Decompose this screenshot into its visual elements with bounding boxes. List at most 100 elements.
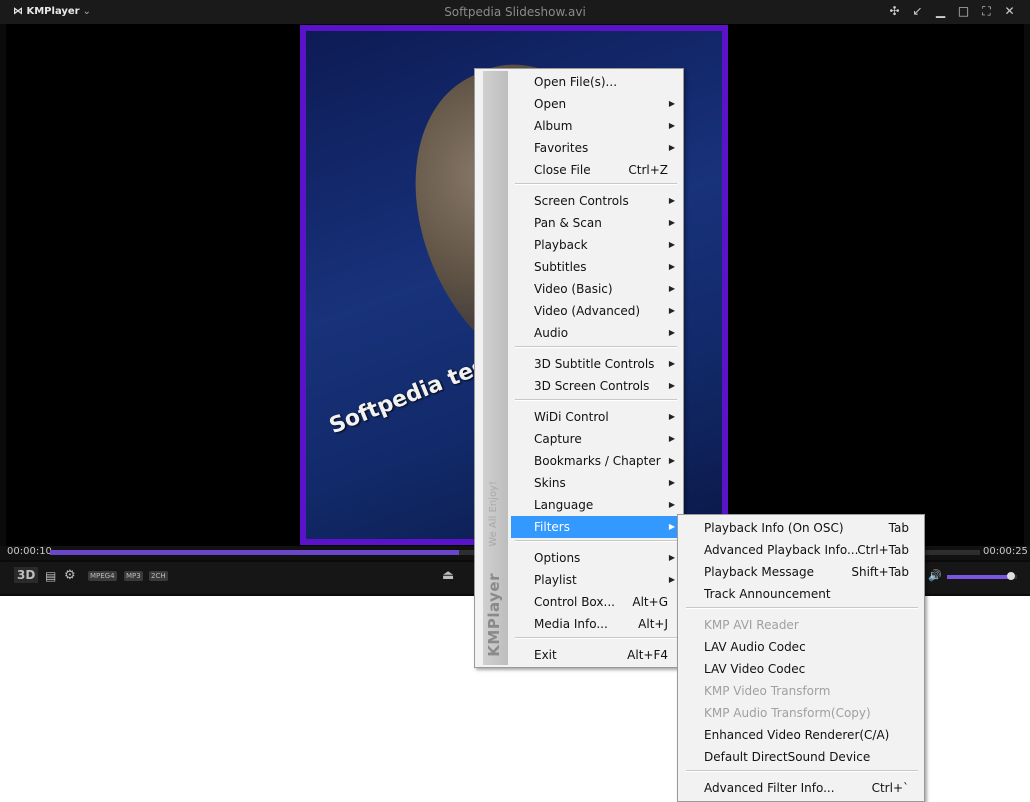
- gear-icon[interactable]: ⚙: [64, 568, 76, 583]
- submenu-arrow-icon: ▶: [668, 328, 675, 337]
- menu-item-album[interactable]: Album ▶: [511, 115, 681, 137]
- submenu-item-shortcut: Shift+Tab: [851, 565, 909, 579]
- menu-separator: [686, 607, 918, 609]
- submenu-item-advanced-filter-info[interactable]: Advanced Filter Info... Ctrl+`: [680, 777, 922, 799]
- elapsed-time: 00:00:10: [7, 546, 52, 557]
- submenu-item-label: Advanced Filter Info...: [704, 781, 835, 795]
- menu-item-video-basic[interactable]: Video (Basic) ▶: [511, 278, 681, 300]
- menu-item-label: Playback: [534, 238, 588, 252]
- context-menu: We All Enjoy! KMPlayer Open File(s)... Op…: [474, 68, 684, 668]
- menu-item-exit[interactable]: Exit Alt+F4: [511, 644, 681, 666]
- submenu-item-playback-message[interactable]: Playback Message Shift+Tab: [680, 561, 922, 583]
- submenu-item-shortcut: Ctrl+`: [871, 781, 909, 795]
- menu-item-3d-subtitle-controls[interactable]: 3D Subtitle Controls ▶: [511, 353, 681, 375]
- menu-item-label: Album: [534, 119, 573, 133]
- menu-item-pan-scan[interactable]: Pan & Scan ▶: [511, 212, 681, 234]
- codec-badge-channels: 2CH: [149, 571, 168, 581]
- pin-icon[interactable]: ✣: [888, 4, 901, 19]
- submenu-item-label: Enhanced Video Renderer(C/A): [704, 728, 890, 742]
- maximize-icon[interactable]: □: [957, 4, 970, 19]
- menu-item-favorites[interactable]: Favorites ▶: [511, 137, 681, 159]
- submenu-arrow-icon: ▶: [668, 121, 675, 130]
- menu-item-label: Playlist: [534, 573, 577, 587]
- submenu-item-label: Default DirectSound Device: [704, 750, 871, 764]
- menu-item-language[interactable]: Language ▶: [511, 494, 681, 516]
- menu-slogan: We All Enjoy!: [488, 481, 499, 547]
- submenu-item-lav-video-codec[interactable]: LAV Video Codec: [680, 658, 922, 680]
- menu-item-filters[interactable]: Filters ▶: [511, 516, 681, 538]
- menu-item-media-info[interactable]: Media Info... Alt+J: [511, 613, 681, 635]
- menu-brand-strip: We All Enjoy! KMPlayer: [483, 71, 508, 665]
- submenu-arrow-icon: ▶: [668, 575, 675, 584]
- fullscreen-icon[interactable]: ⛶: [980, 4, 993, 19]
- menu-item-subtitles[interactable]: Subtitles ▶: [511, 256, 681, 278]
- submenu-arrow-icon: ▶: [668, 240, 675, 249]
- menu-item-close-file[interactable]: Close File Ctrl+Z: [511, 159, 681, 181]
- menu-item-label: Bookmarks / Chapter: [534, 454, 661, 468]
- submenu-item-enhanced-video-renderer-c-a[interactable]: Enhanced Video Renderer(C/A): [680, 724, 922, 746]
- eject-icon[interactable]: ⏏: [442, 568, 454, 583]
- submenu-item-shortcut: Ctrl+Tab: [857, 543, 909, 557]
- menu-item-label: Control Box...: [534, 595, 615, 609]
- menu-item-3d-screen-controls[interactable]: 3D Screen Controls ▶: [511, 375, 681, 397]
- submenu-arrow-icon: ▶: [668, 478, 675, 487]
- playlist-icon[interactable]: ▤: [45, 569, 56, 583]
- submenu-arrow-icon: ▶: [668, 500, 675, 509]
- menu-item-widi-control[interactable]: WiDi Control ▶: [511, 406, 681, 428]
- menu-item-screen-controls[interactable]: Screen Controls ▶: [511, 190, 681, 212]
- menu-item-capture[interactable]: Capture ▶: [511, 428, 681, 450]
- volume-level: [947, 575, 1012, 579]
- volume-knob[interactable]: [1007, 572, 1016, 580]
- submenu-item-advanced-playback-info[interactable]: Advanced Playback Info... Ctrl+Tab: [680, 539, 922, 561]
- seek-progress: [50, 550, 460, 555]
- submenu-item-kmp-avi-reader: KMP AVI Reader: [680, 614, 922, 636]
- submenu-item-track-announcement[interactable]: Track Announcement: [680, 583, 922, 605]
- menu-item-label: Exit: [534, 648, 557, 662]
- minimize-icon[interactable]: ▁: [934, 4, 947, 19]
- minimize-to-tray-icon[interactable]: ↙: [911, 4, 924, 19]
- menu-item-video-advanced[interactable]: Video (Advanced) ▶: [511, 300, 681, 322]
- menu-item-label: Audio: [534, 326, 569, 340]
- menu-item-audio[interactable]: Audio ▶: [511, 322, 681, 344]
- codec-badge-video: MPEG4: [88, 571, 117, 581]
- title-bar: ⋈ KMPlayer ⌄ Softpedia Slideshow.avi ✣ ↙ …: [0, 0, 1030, 24]
- submenu-arrow-icon: ▶: [668, 262, 675, 271]
- close-icon[interactable]: ✕: [1003, 4, 1016, 19]
- menu-item-options[interactable]: Options ▶: [511, 547, 681, 569]
- submenu-item-label: LAV Audio Codec: [704, 640, 806, 654]
- menu-item-skins[interactable]: Skins ▶: [511, 472, 681, 494]
- menu-item-control-box[interactable]: Control Box... Alt+G: [511, 591, 681, 613]
- menu-separator: [515, 540, 677, 542]
- submenu-item-label: LAV Video Codec: [704, 662, 806, 676]
- submenu-item-playback-info-on-osc[interactable]: Playback Info (On OSC) Tab: [680, 517, 922, 539]
- menu-item-label: 3D Screen Controls: [534, 379, 650, 393]
- menu-item-label: Favorites: [534, 141, 589, 155]
- menu-separator: [515, 637, 677, 639]
- submenu-arrow-icon: ▶: [668, 284, 675, 293]
- menu-item-shortcut: Alt+G: [632, 595, 668, 609]
- menu-item-playlist[interactable]: Playlist ▶: [511, 569, 681, 591]
- submenu-arrow-icon: ▶: [668, 218, 675, 227]
- volume-slider[interactable]: [947, 572, 1017, 580]
- filters-submenu: Playback Info (On OSC) Tab Advanced Playba…: [677, 514, 925, 802]
- 3d-button[interactable]: 3D: [14, 567, 39, 583]
- submenu-arrow-icon: ▶: [668, 412, 675, 421]
- menu-item-label: Language: [534, 498, 594, 512]
- submenu-item-label: KMP Video Transform: [704, 684, 831, 698]
- menu-item-open-file-s[interactable]: Open File(s)...: [511, 71, 681, 93]
- menu-separator: [515, 346, 677, 348]
- submenu-item-lav-audio-codec[interactable]: LAV Audio Codec: [680, 636, 922, 658]
- submenu-arrow-icon: ▶: [668, 143, 675, 152]
- menu-item-open[interactable]: Open ▶: [511, 93, 681, 115]
- submenu-arrow-icon: ▶: [668, 196, 675, 205]
- submenu-arrow-icon: ▶: [668, 99, 675, 108]
- submenu-item-default-directsound-device[interactable]: Default DirectSound Device: [680, 746, 922, 768]
- menu-item-bookmarks-chapter[interactable]: Bookmarks / Chapter ▶: [511, 450, 681, 472]
- speaker-icon[interactable]: 🔊: [928, 569, 942, 582]
- menu-item-label: Screen Controls: [534, 194, 629, 208]
- menu-separator: [686, 770, 918, 772]
- menu-item-shortcut: Alt+F4: [627, 648, 668, 662]
- submenu-arrow-icon: ▶: [668, 359, 675, 368]
- menu-brand: KMPlayer: [485, 573, 503, 657]
- menu-item-playback[interactable]: Playback ▶: [511, 234, 681, 256]
